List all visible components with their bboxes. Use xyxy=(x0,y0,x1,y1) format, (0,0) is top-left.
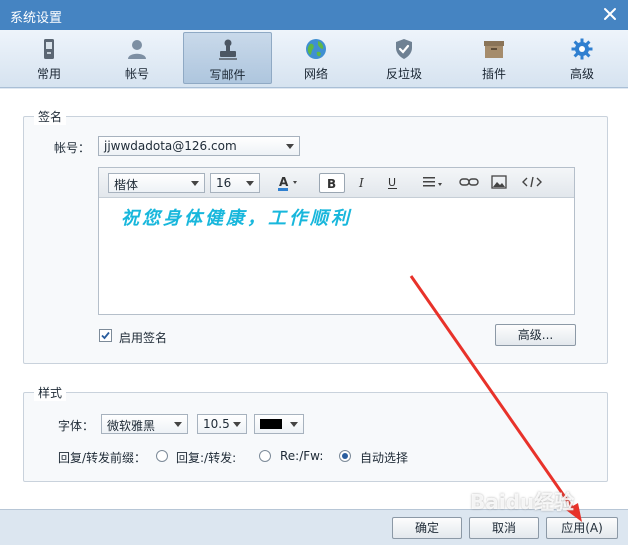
shield-icon xyxy=(396,39,412,59)
font-color-icon: A xyxy=(278,175,297,191)
stamp-icon xyxy=(218,39,237,60)
align-button[interactable] xyxy=(419,173,447,193)
chevron-down-icon xyxy=(290,422,298,427)
align-icon xyxy=(423,177,442,187)
svg-text:A: A xyxy=(279,175,289,189)
underline-icon: U xyxy=(388,176,397,189)
link-icon xyxy=(459,178,479,186)
bold-button[interactable]: B xyxy=(319,173,345,193)
font-family-value: 楷体 xyxy=(114,178,139,192)
svg-text:B: B xyxy=(327,177,336,191)
font-family-select[interactable]: 楷体 xyxy=(108,173,205,193)
signature-group: 签名 帐号： jjwwdadota@126.com 楷体 16 A B I U … xyxy=(23,108,608,364)
font-size-select[interactable]: 16 xyxy=(210,173,260,193)
chevron-down-icon xyxy=(174,422,182,427)
style-section-title: 样式 xyxy=(34,384,67,401)
prefix-option-english-label: Re:/Fw: xyxy=(280,449,324,463)
tab-advanced[interactable]: 高级 xyxy=(540,32,624,84)
color-swatch xyxy=(260,419,282,429)
chevron-down-icon xyxy=(191,181,199,186)
tab-label: 常用 xyxy=(36,67,61,81)
cancel-button[interactable]: 取消 xyxy=(469,517,539,539)
tab-label: 反垃圾 xyxy=(385,67,422,81)
settings-toolbar: 常用 帐号 写邮件 网络 反垃圾 插件 高级 xyxy=(0,30,628,88)
style-size-value: 10.5 xyxy=(203,417,230,431)
signature-text[interactable]: 祝您身体健康，工作顺利 xyxy=(121,204,352,230)
globe-icon xyxy=(306,39,326,59)
tab-label: 高级 xyxy=(569,67,594,81)
tab-general[interactable]: 常用 xyxy=(7,32,91,84)
apply-button[interactable]: 应用(A) xyxy=(546,517,618,539)
close-icon[interactable] xyxy=(602,6,618,22)
tab-label: 帐号 xyxy=(124,67,149,81)
link-button[interactable] xyxy=(457,173,481,193)
tab-account[interactable]: 帐号 xyxy=(95,32,179,84)
radio-selected-dot xyxy=(342,453,348,459)
style-font-value: 微软雅黑 xyxy=(107,419,156,433)
title-bar: 系统设置 xyxy=(0,0,628,30)
bold-icon: B xyxy=(327,177,336,191)
image-button[interactable] xyxy=(487,173,511,193)
prefix-option-chinese-label: 回复:/转发: xyxy=(176,451,237,465)
underline-button[interactable]: U xyxy=(381,173,405,193)
account-select[interactable]: jjwwdadota@126.com xyxy=(98,136,300,156)
editor-toolbar: 楷体 16 A B I U xyxy=(99,168,574,198)
signature-section-title: 签名 xyxy=(34,108,67,125)
prefix-label: 回复/转发前缀： xyxy=(58,451,147,465)
chevron-down-icon xyxy=(286,144,294,149)
code-icon xyxy=(522,176,542,188)
italic-icon: I xyxy=(358,176,364,190)
gear-icon xyxy=(571,38,593,60)
enable-signature-checkbox[interactable] xyxy=(99,329,112,342)
prefix-option-english-radio[interactable] xyxy=(259,450,271,462)
tab-network[interactable]: 网络 xyxy=(274,32,358,84)
watermark-logo: Baidu经验 xyxy=(470,490,575,514)
image-icon xyxy=(491,175,507,189)
style-group: 样式 字体： 微软雅黑 10.5 回复/转发前缀： 回复:/转发: Re:/Fw… xyxy=(23,384,608,482)
tab-label: 插件 xyxy=(481,67,506,81)
tab-compose[interactable]: 写邮件 xyxy=(183,32,272,84)
signature-advanced-button[interactable]: 高级... xyxy=(495,324,576,346)
phone-icon xyxy=(44,39,54,59)
chevron-down-icon xyxy=(233,422,241,427)
italic-button[interactable]: I xyxy=(351,173,375,193)
tab-antispam[interactable]: 反垃圾 xyxy=(362,32,446,84)
font-label: 字体： xyxy=(58,419,95,433)
font-size-value: 16 xyxy=(216,176,232,190)
tab-label: 写邮件 xyxy=(209,68,246,82)
style-font-select[interactable]: 微软雅黑 xyxy=(101,414,188,434)
prefix-option-auto-label: 自动选择 xyxy=(360,451,409,465)
chevron-down-icon xyxy=(246,181,254,186)
window-title: 系统设置 xyxy=(10,11,63,26)
account-label: 帐号： xyxy=(54,141,91,155)
tab-label: 网络 xyxy=(303,67,328,81)
font-color-button[interactable]: A xyxy=(274,173,304,193)
user-icon xyxy=(128,40,146,59)
signature-editor[interactable]: 楷体 16 A B I U 祝您身体健康，工作顺利 xyxy=(98,167,575,315)
settings-content: 签名 帐号： jjwwdadota@126.com 楷体 16 A B I U … xyxy=(0,89,628,509)
prefix-option-auto-radio[interactable] xyxy=(339,450,351,462)
style-color-select[interactable] xyxy=(254,414,304,434)
prefix-option-chinese-radio[interactable] xyxy=(156,450,168,462)
box-icon xyxy=(484,41,504,58)
checkmark-icon xyxy=(101,331,110,340)
svg-text:U: U xyxy=(388,176,396,189)
enable-signature-label: 启用签名 xyxy=(119,331,168,345)
tab-plugins[interactable]: 插件 xyxy=(452,32,536,84)
account-value: jjwwdadota@126.com xyxy=(104,139,237,153)
svg-text:I: I xyxy=(358,176,364,190)
ok-button[interactable]: 确定 xyxy=(392,517,462,539)
style-size-select[interactable]: 10.5 xyxy=(197,414,247,434)
source-code-button[interactable] xyxy=(519,173,545,193)
